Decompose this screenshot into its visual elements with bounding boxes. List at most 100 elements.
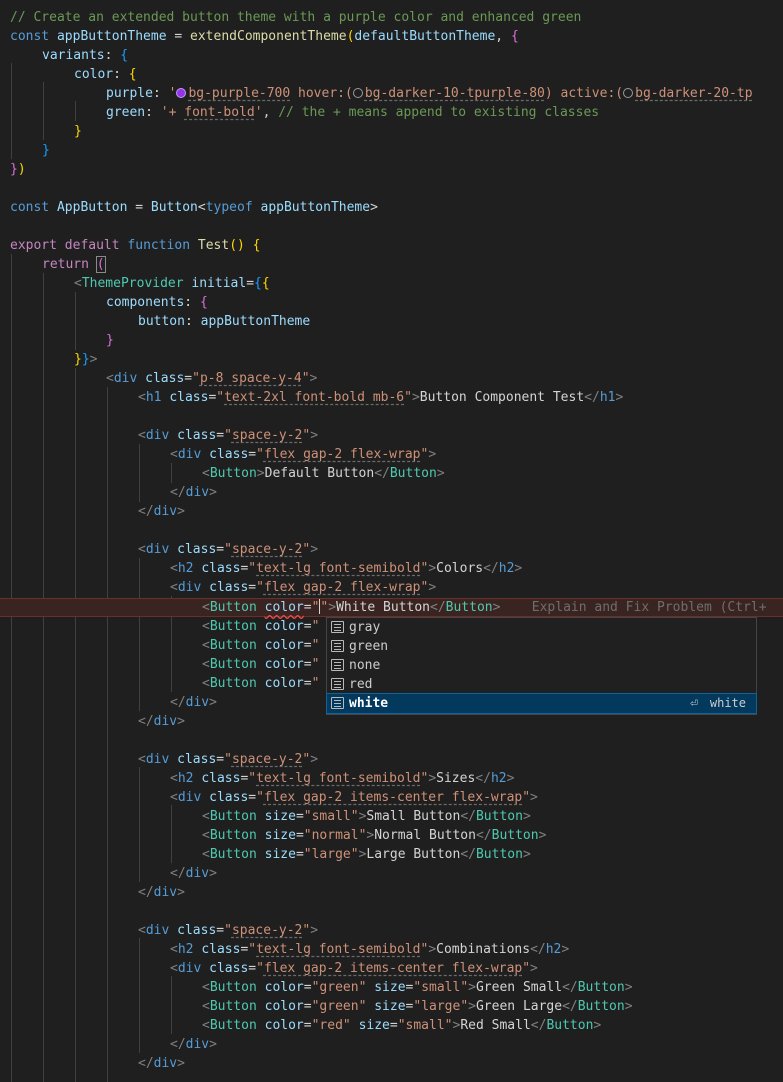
code-line[interactable]: export default function Test() {: [10, 236, 261, 255]
keyword: export: [10, 238, 57, 253]
punctuation: :: [152, 86, 169, 101]
suggest-item-label: green: [349, 639, 389, 654]
suggest-item[interactable]: green: [327, 637, 756, 656]
code-line[interactable]: <div class="p-8 space-y-4">: [106, 369, 317, 388]
code-line[interactable]: <div class="flex gap-2 flex-wrap">: [170, 578, 436, 597]
property-key: purple: [106, 86, 153, 101]
operator: =: [216, 752, 225, 767]
code-line[interactable]: const appButtonTheme = extendComponentTh…: [10, 27, 519, 46]
code-line[interactable]: </div>: [138, 1054, 185, 1073]
code-line[interactable]: <h2 class="text-lg font-semibold">Colors…: [170, 559, 522, 578]
code-line[interactable]: <Button color=": [202, 655, 319, 674]
string-quote: ": [342, 1018, 351, 1033]
bracket: }: [74, 124, 82, 139]
function-name: Test: [190, 238, 230, 253]
tag-bracket: >: [428, 942, 437, 957]
suggest-item-label: red: [349, 677, 373, 692]
tag-bracket: <: [202, 600, 210, 615]
html-tag: h2: [177, 561, 194, 576]
code-line[interactable]: green: '+ font-bold', // the + means app…: [106, 103, 599, 122]
code-line[interactable]: <Button color=": [202, 636, 319, 655]
code-comment: // the + means append to existing classe…: [278, 105, 600, 120]
color-swatch-icon[interactable]: [176, 88, 187, 98]
code-line[interactable]: <Button color="red" size="small">Red Sma…: [202, 1016, 601, 1035]
code-line[interactable]: <div class="space-y-2">: [138, 750, 318, 769]
code-line[interactable]: <Button color=": [202, 674, 319, 693]
code-line[interactable]: <Button size="normal">Normal Button</But…: [202, 826, 546, 845]
code-line[interactable]: return (: [42, 255, 106, 274]
tag-bracket: <: [202, 619, 210, 634]
tag-bracket: </: [374, 466, 390, 481]
code-line-active[interactable]: <Button color="">White Button</Button> E…: [202, 598, 767, 617]
bracket: (): [229, 238, 245, 253]
punctuation: :: [113, 67, 129, 82]
code-line[interactable]: <h2 class="text-lg font-semibold">Sizes<…: [170, 769, 514, 788]
code-line[interactable]: <Button color=": [202, 617, 319, 636]
code-line[interactable]: }: [106, 331, 114, 350]
identifier: AppButton: [56, 200, 128, 215]
code-line[interactable]: <Button color="green" size="large">Green…: [202, 997, 633, 1016]
code-line[interactable]: button: appButtonTheme: [138, 312, 310, 331]
tag-bracket: <: [202, 999, 210, 1014]
suggest-item[interactable]: none: [327, 656, 756, 675]
code-line[interactable]: const AppButton = Button<typeof appButto…: [10, 198, 378, 217]
suggest-item[interactable]: red: [327, 675, 756, 694]
string-quote: ': [168, 86, 177, 101]
html-tag: div: [185, 1037, 210, 1052]
code-line[interactable]: <div class="space-y-2">: [138, 921, 318, 940]
tag-bracket: >: [428, 561, 437, 576]
code-line[interactable]: <ThemeProvider initial={{: [74, 274, 270, 293]
code-line[interactable]: </div>: [170, 864, 217, 883]
operator: =: [303, 999, 312, 1014]
string-quote: ': [254, 105, 263, 120]
jsx-tag: Button: [209, 1018, 257, 1033]
enum-member-icon: [331, 678, 344, 690]
inline-fix-hint[interactable]: Explain and Fix Problem (Ctrl+: [532, 600, 767, 615]
code-line[interactable]: </div>: [170, 1035, 217, 1054]
code-line[interactable]: purple: ' bg-purple-700 hover:(bg-darker-…: [106, 84, 753, 103]
tag-bracket: >: [209, 1037, 217, 1052]
color-swatch-icon[interactable]: [623, 88, 634, 98]
code-line[interactable]: <Button size="small">Small Button</Butto…: [202, 807, 531, 826]
jsx-attribute-error[interactable]: color: [265, 600, 304, 615]
code-line[interactable]: }): [10, 160, 26, 179]
punctuation: :: [104, 48, 121, 63]
autocomplete-suggest-widget[interactable]: gray green none red white ⏎ white: [326, 617, 757, 715]
code-line[interactable]: <div class="space-y-2">: [138, 426, 318, 445]
code-line[interactable]: }: [42, 141, 50, 160]
code-line[interactable]: </div>: [170, 693, 217, 712]
code-line[interactable]: }}>: [74, 350, 97, 369]
tag-bracket: >: [428, 580, 437, 595]
code-line[interactable]: <div class="flex gap-2 items-center flex…: [170, 788, 538, 807]
code-line[interactable]: variants: {: [42, 46, 128, 65]
code-line[interactable]: </div>: [138, 883, 185, 902]
color-swatch-icon[interactable]: [352, 88, 363, 98]
code-line[interactable]: }: [74, 122, 82, 141]
indent-guide: [171, 805, 172, 863]
code-line[interactable]: <h2 class="text-lg font-semibold">Combin…: [170, 940, 569, 959]
code-editor[interactable]: // Create an extended button theme with …: [0, 0, 783, 1082]
code-line[interactable]: </div>: [138, 502, 185, 521]
jsx-attribute: class: [209, 580, 249, 595]
code-line[interactable]: color: {: [74, 65, 137, 84]
tag-bracket: </: [138, 1056, 154, 1071]
code-line[interactable]: <div class="flex gap-2 flex-wrap">: [170, 445, 436, 464]
code-line[interactable]: <div class="space-y-2">: [138, 540, 318, 559]
operator: =: [166, 29, 191, 44]
code-line[interactable]: <div class="flex gap-2 items-center flex…: [170, 959, 538, 978]
jsx-text: Sizes: [436, 771, 476, 786]
operator: =: [216, 923, 225, 938]
code-line[interactable]: </div>: [138, 712, 185, 731]
code-line[interactable]: // Create an extended button theme with …: [10, 8, 581, 27]
suggest-item-selected[interactable]: white ⏎ white: [326, 693, 757, 714]
code-line[interactable]: <Button color="green" size="small">Green…: [202, 978, 633, 997]
code-line[interactable]: <Button size="large">Large Button</Butto…: [202, 845, 531, 864]
css-class: text-2xl font-bold mb-6: [224, 390, 405, 405]
suggest-item[interactable]: gray: [327, 618, 756, 637]
code-line[interactable]: <h1 class="text-2xl font-bold mb-6">Butt…: [138, 388, 623, 407]
code-line[interactable]: <Button>Default Button</Button>: [202, 464, 445, 483]
string-quote: ": [522, 790, 531, 805]
code-line[interactable]: </div>: [170, 483, 217, 502]
code-line[interactable]: components: {: [106, 293, 208, 312]
punctuation: :: [184, 295, 200, 310]
